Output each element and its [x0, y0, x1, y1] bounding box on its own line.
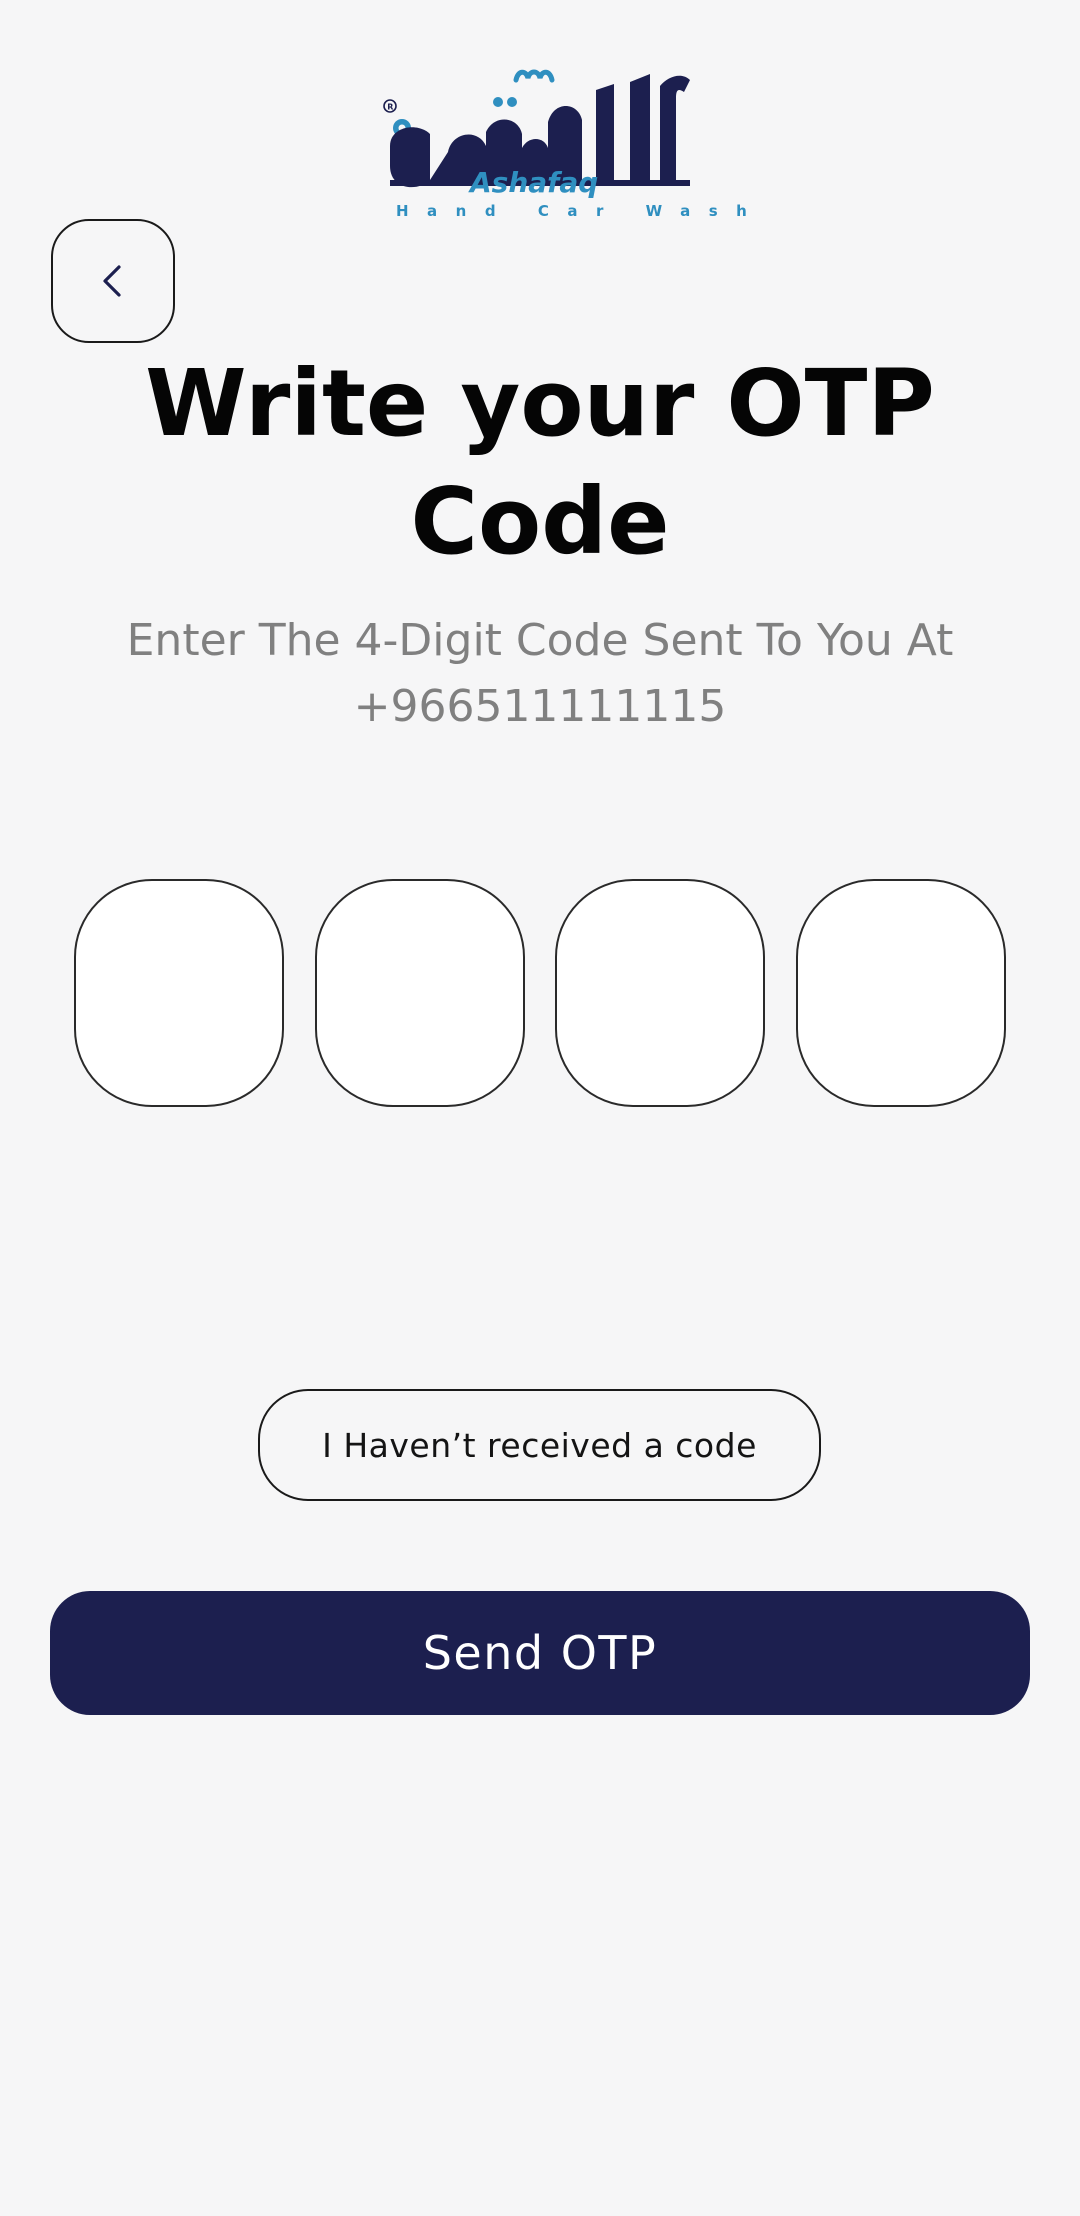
otp-input-group — [74, 879, 1006, 1107]
otp-digit-3[interactable] — [555, 879, 766, 1107]
svg-text:R: R — [387, 103, 393, 112]
otp-instructions-text: Enter The 4-Digit Code Sent To You At — [126, 615, 954, 666]
logo-latin-text: Ashafaq — [470, 166, 599, 199]
chevron-left-icon — [103, 265, 121, 297]
phone-number: +966511111115 — [353, 681, 727, 732]
back-button[interactable] — [51, 219, 175, 343]
otp-digit-2[interactable] — [314, 879, 525, 1107]
otp-screen: R Ashafaq Hand Car Wash Write your OTP C… — [0, 0, 1080, 2216]
otp-digit-4[interactable] — [795, 879, 1006, 1107]
otp-digit-1[interactable] — [74, 879, 284, 1107]
page-title-line-1: Write your OTP — [145, 350, 935, 457]
resend-code-button[interactable]: I Haven’t received a code — [258, 1389, 821, 1501]
send-otp-button[interactable]: Send OTP — [50, 1591, 1030, 1715]
logo-tagline: Hand Car Wash — [396, 202, 766, 220]
otp-instructions: Enter The 4-Digit Code Sent To You At +9… — [60, 608, 1020, 740]
page-title-line-2: Code — [410, 468, 670, 575]
page-title: Write your OTP Code — [90, 345, 990, 581]
brand-logo: R Ashafaq Hand Car Wash — [378, 62, 766, 222]
